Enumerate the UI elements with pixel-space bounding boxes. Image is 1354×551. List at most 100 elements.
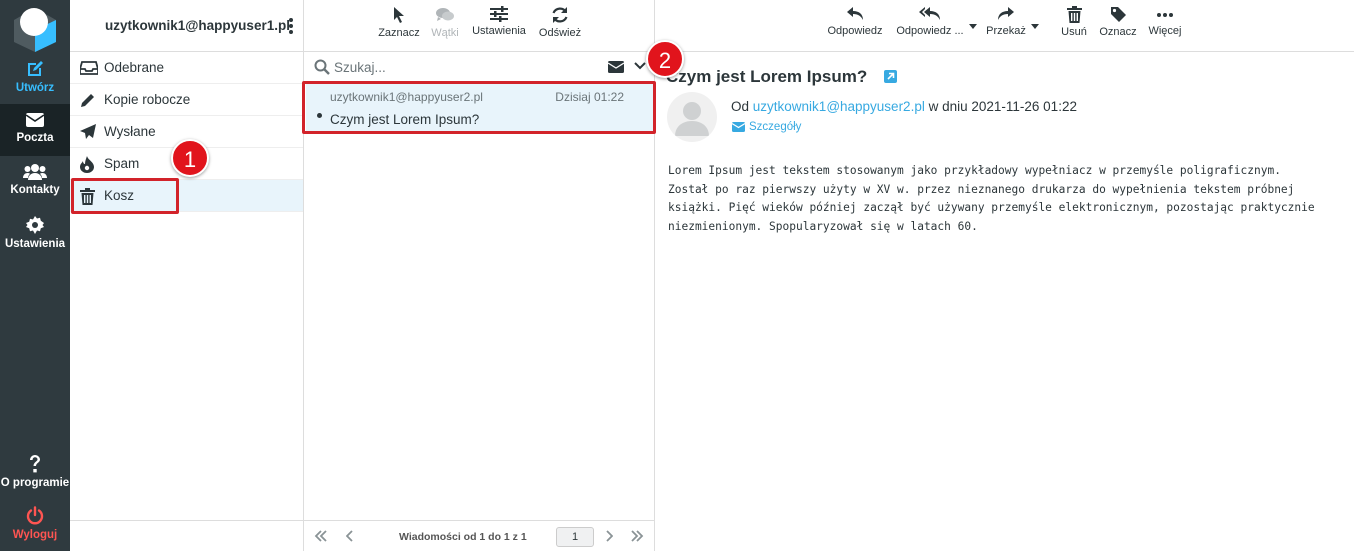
pagination-bar: Wiadomości od 1 do 1 z 1 1 <box>304 520 654 551</box>
list-settings-button[interactable]: Ustawienia <box>469 6 529 37</box>
main-navigation: Utwórz Poczta Kontakty Ustawienia O prog… <box>0 0 70 551</box>
users-icon <box>23 164 47 180</box>
tag-icon <box>1110 7 1126 22</box>
search-bar <box>304 52 654 82</box>
mail-date: w dniu 2021-11-26 01:22 <box>928 99 1077 114</box>
envelope-icon <box>731 122 746 132</box>
forward-button[interactable]: Przekaż <box>983 6 1029 37</box>
inbox-icon <box>80 61 98 75</box>
folder-label: Kopie robocze <box>104 92 191 107</box>
message-list-toolbar: Zaznacz Wątki Ustawienia Odśwież <box>304 0 654 52</box>
comments-icon <box>436 8 454 21</box>
forward-label: Przekaż <box>986 25 1026 37</box>
folder-panel-header: uzytkownik1@happyuser1.pl <box>70 0 303 52</box>
search-icon <box>314 59 330 75</box>
reply-all-button[interactable]: Odpowiedz ... <box>894 6 966 37</box>
delete-button[interactable]: Usuń <box>1057 6 1091 38</box>
compose-icon <box>28 61 43 76</box>
reader-toolbar: Odpowiedz Odpowiedz ... Przekaż Usuń Ozn… <box>655 0 1354 52</box>
list-settings-label: Ustawienia <box>472 25 526 37</box>
fire-icon <box>80 156 94 173</box>
from-prefix: Od <box>731 99 750 114</box>
sender-avatar <box>667 92 717 142</box>
reply-all-label: Odpowiedz ... <box>896 25 964 37</box>
nav-contacts[interactable]: Kontakty <box>0 156 70 208</box>
nav-about-label: O programie <box>0 477 70 489</box>
trash-icon <box>1066 6 1082 23</box>
folder-label: Odebrane <box>104 60 165 75</box>
nav-mail-label: Poczta <box>16 132 54 144</box>
search-input[interactable] <box>334 57 594 77</box>
nav-compose-label: Utwórz <box>15 82 55 94</box>
folder-label: Spam <box>104 156 140 171</box>
select-button[interactable]: Zaznacz <box>374 6 424 39</box>
reply-button[interactable]: Odpowiedz <box>825 6 885 37</box>
power-icon <box>26 506 44 525</box>
next-page-icon[interactable] <box>605 530 613 542</box>
reading-pane: Odpowiedz Odpowiedz ... Przekaż Usuń Ozn… <box>655 0 1354 551</box>
more-label: Więcej <box>1148 25 1182 37</box>
chevron-down-icon[interactable] <box>634 62 646 70</box>
folder-drafts[interactable]: Kopie robocze <box>70 84 303 116</box>
mark-label: Oznacz <box>1099 26 1137 38</box>
forward-icon <box>998 7 1014 20</box>
forward-dropdown-icon[interactable] <box>1031 24 1039 29</box>
first-page-icon[interactable] <box>314 530 328 542</box>
nav-compose[interactable]: Utwórz <box>0 52 70 104</box>
mark-button[interactable]: Oznacz <box>1097 6 1139 38</box>
kebab-menu-icon[interactable] <box>288 17 294 35</box>
sender-line: Od uzytkownik1@happyuser2.pl w dniu 2021… <box>731 99 1077 114</box>
folder-panel-footer <box>70 520 303 551</box>
refresh-label: Odśwież <box>538 27 582 39</box>
last-page-icon[interactable] <box>630 530 644 542</box>
previous-page-icon[interactable] <box>346 530 354 542</box>
reply-all-icon <box>919 7 940 20</box>
pencil-icon <box>81 94 94 107</box>
folder-panel: uzytkownik1@happyuser1.pl Odebrane Kopie… <box>70 0 304 551</box>
folder-inbox[interactable]: Odebrane <box>70 52 303 84</box>
mail-body: Lorem Ipsum jest tekstem stosowanym jako… <box>668 162 1338 236</box>
annotation-box-message <box>302 81 656 134</box>
annotation-badge-1: 1 <box>171 139 209 177</box>
open-external-icon[interactable] <box>884 70 897 83</box>
folder-label: Wysłane <box>104 124 156 139</box>
mail-body-line: niezmienionym. Spopularyzował się w lata… <box>668 219 978 233</box>
nav-settings-label: Ustawienia <box>4 238 66 250</box>
app-logo <box>12 4 58 52</box>
annotation-box-trash <box>71 178 179 214</box>
ellipsis-icon <box>1157 13 1173 17</box>
reply-label: Odpowiedz <box>827 25 883 37</box>
threads-label: Wątki <box>431 27 459 39</box>
cursor-icon <box>394 7 404 23</box>
details-toggle[interactable]: Szczegóły <box>731 121 802 133</box>
nav-contacts-label: Kontakty <box>10 184 60 196</box>
nav-logout-label: Wyloguj <box>12 529 58 541</box>
refresh-icon <box>552 7 568 23</box>
refresh-button[interactable]: Odśwież <box>536 6 584 39</box>
more-button[interactable]: Więcej <box>1145 6 1185 37</box>
question-icon <box>30 455 40 473</box>
mail-body-line: Został po raz pierwszy użyty w XV w. prz… <box>668 182 1295 196</box>
pagination-text: Wiadomości od 1 do 1 z 1 <box>399 531 527 543</box>
sliders-icon <box>490 6 508 22</box>
page-number-input[interactable]: 1 <box>556 527 594 547</box>
reply-icon <box>847 7 863 20</box>
user-silhouette-icon <box>675 102 709 136</box>
nav-settings[interactable]: Ustawienia <box>0 208 70 260</box>
annotation-badge-2: 2 <box>646 40 684 78</box>
mail-subject: Czym jest Lorem Ipsum? <box>666 67 868 86</box>
mail-body-line: Lorem Ipsum jest tekstem stosowanym jako… <box>668 164 1281 177</box>
details-label: Szczegóły <box>749 121 802 133</box>
envelope-icon <box>25 113 45 127</box>
threads-button[interactable]: Wątki <box>427 6 463 39</box>
nav-logout[interactable]: Wyloguj <box>0 499 70 551</box>
sender-address-link[interactable]: uzytkownik1@happyuser2.pl <box>753 99 925 114</box>
nav-about[interactable]: O programie <box>0 447 70 499</box>
account-name: uzytkownik1@happyuser1.pl <box>105 18 290 33</box>
reply-all-dropdown-icon[interactable] <box>969 24 977 29</box>
paper-plane-icon <box>80 124 96 139</box>
gear-icon <box>26 216 44 234</box>
mail-body-line: książki. Pięć wieków później zaczął być … <box>668 201 1315 214</box>
envelope-filter-icon[interactable] <box>608 61 624 73</box>
nav-mail[interactable]: Poczta <box>0 104 70 156</box>
